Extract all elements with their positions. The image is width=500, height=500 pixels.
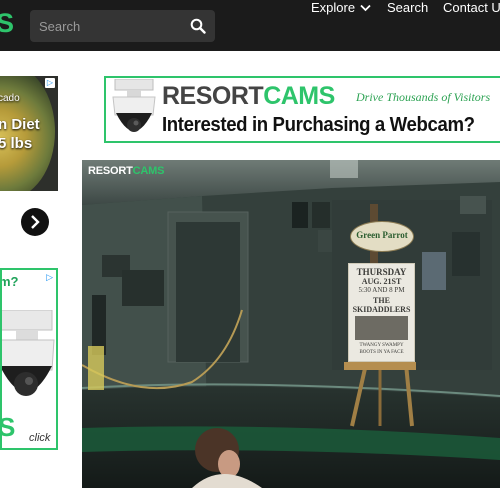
ad-text-line1: cado: [0, 93, 20, 104]
chevron-down-icon: [360, 0, 371, 15]
poster-band-photo: [355, 316, 408, 340]
banner-brand-logo: RESORTCAMS: [162, 82, 335, 110]
camera-image: [2, 310, 55, 396]
sidebar-ad-diet[interactable]: cado n Diet 5 lbs ▷: [0, 76, 58, 261]
nav-search[interactable]: Search: [387, 0, 428, 51]
webcam-video[interactable]: RESORTCAMS Green Parrot THURSDAY AUG. 21…: [82, 160, 500, 488]
ad-text-line3: 5 lbs: [0, 135, 33, 152]
ad-title: m?: [0, 274, 19, 289]
green-parrot-sign: Green Parrot: [350, 221, 414, 252]
sidebar-ad-webcam[interactable]: m? ▷ S click: [0, 268, 58, 450]
search-icon[interactable]: [190, 18, 206, 34]
nav-explore[interactable]: Explore: [311, 0, 371, 51]
webcam-watermark: RESORTCAMS: [88, 165, 165, 177]
webcam-product-image: [112, 79, 156, 132]
ad-next-arrow-button[interactable]: [21, 208, 49, 236]
ad-food-image: cado n Diet 5 lbs ▷: [0, 76, 58, 191]
ad-click-link[interactable]: click: [29, 432, 50, 444]
webcam-scene-image: [82, 160, 500, 488]
ad-brand-fragment: S: [2, 412, 15, 443]
site-logo[interactable]: S: [0, 8, 14, 39]
adchoices-icon[interactable]: ▷: [46, 272, 53, 283]
ad-text-line2: n Diet: [0, 116, 40, 133]
banner-tagline: Drive Thousands of Visitors: [356, 90, 491, 104]
nav-contact-us[interactable]: Contact Us: [443, 0, 500, 51]
banner-headline: Interested in Purchasing a Webcam?: [162, 114, 475, 136]
chevron-right-icon: [31, 215, 40, 229]
event-poster: THURSDAY AUG. 21ST 5:30 AND 8 PM THE SKI…: [348, 263, 415, 362]
nav-explore-label: Explore: [311, 0, 356, 15]
top-navigation-bar: S Explore Search Contact Us: [0, 0, 500, 51]
search-box: [30, 10, 215, 42]
banner-ad-resortcams[interactable]: RESORTCAMS Drive Thousands of Visitors I…: [104, 76, 500, 143]
adchoices-icon[interactable]: ▷: [45, 78, 55, 88]
search-input[interactable]: [39, 17, 184, 35]
